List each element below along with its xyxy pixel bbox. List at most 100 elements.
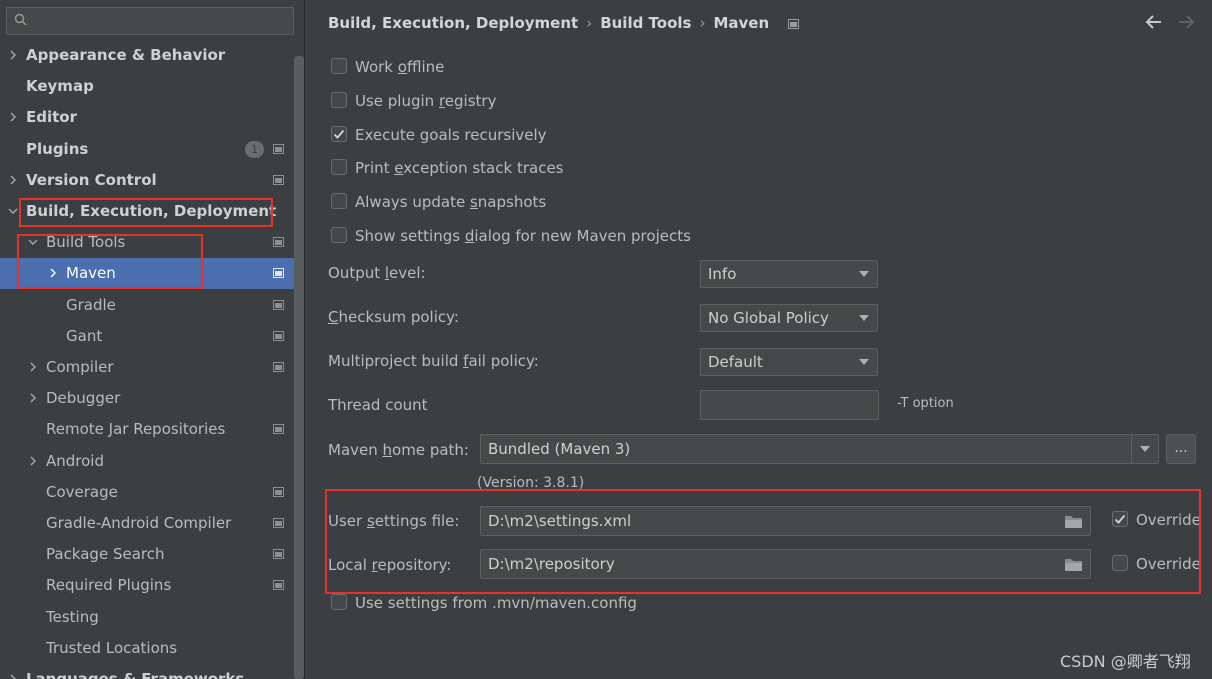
sidebar-item-build-tools[interactable]: Build Tools [0, 227, 294, 258]
project-scope-icon [273, 486, 284, 497]
settings-search-input[interactable] [6, 7, 294, 35]
project-scope-icon [273, 518, 284, 528]
user-settings-input[interactable]: D:\m2\settings.xml [480, 506, 1091, 536]
sidebar-item-debugger[interactable]: Debugger [0, 383, 294, 414]
label-text: Multiproject build [328, 352, 464, 370]
project-scope-icon [273, 424, 284, 435]
sidebar-item-label: Debugger [46, 389, 121, 408]
use-mvn-config-label: Use settings from .mvn/maven.config [355, 594, 637, 612]
sidebar-item-compiler[interactable]: Compiler [0, 352, 294, 383]
folder-icon[interactable] [1064, 514, 1083, 529]
fail-policy-value: Default [708, 353, 763, 371]
label-text: Use plugin [355, 92, 439, 110]
chevron-right-icon[interactable] [27, 455, 39, 467]
local-repository-label: Local repository: [328, 554, 451, 576]
sidebar-item-gant[interactable]: Gant [0, 321, 294, 352]
sidebar-item-label: Languages & Frameworks [26, 670, 245, 679]
chevron-right-icon[interactable] [7, 49, 19, 61]
thread-count-input[interactable] [700, 390, 879, 420]
chevron-right-icon[interactable] [27, 361, 39, 373]
output-level-label: Output level: [328, 262, 426, 284]
sidebar-item-keymap[interactable]: Keymap [0, 71, 294, 102]
chevron-down-icon[interactable] [7, 205, 19, 217]
sidebar-item-build-execution-deployment[interactable]: Build, Execution, Deployment [0, 196, 294, 227]
chevron-down-icon [859, 359, 869, 365]
sidebar-item-remote-jar-repositories[interactable]: Remote Jar Repositories [0, 414, 294, 445]
show-settings-dialog-checkbox[interactable]: Show settings dialog for new Maven proje… [331, 224, 691, 248]
fail-policy-select[interactable]: Default [700, 348, 878, 376]
mnemonic-letter: e [394, 159, 404, 177]
local-repository-input[interactable]: D:\m2\repository [480, 549, 1091, 579]
sidebar-item-package-search[interactable]: Package Search [0, 539, 294, 570]
checksum-policy-select[interactable]: No Global Policy [700, 304, 878, 332]
sidebar-item-label: Testing [46, 607, 99, 626]
sidebar-item-label: Appearance & Behavior [26, 46, 226, 64]
mnemonic-letter: s [469, 193, 478, 211]
label-text: xception stack traces [403, 159, 564, 177]
local-repository-override-checkbox[interactable]: Override [1112, 552, 1201, 576]
checkbox-box[interactable] [331, 57, 347, 74]
mnemonic-letter: C [328, 308, 339, 326]
chevron-right-icon[interactable] [7, 673, 19, 679]
project-scope-icon [273, 174, 284, 185]
label-text: Output [328, 264, 385, 282]
checkbox-checked[interactable] [331, 125, 347, 142]
maven-home-combobox[interactable]: Bundled (Maven 3) [480, 434, 1159, 464]
mnemonic-letter: o [397, 58, 407, 76]
chevron-right-icon[interactable] [27, 392, 39, 404]
chevron-down-icon[interactable] [27, 236, 39, 248]
user-settings-override-checkbox[interactable]: Override [1112, 508, 1201, 532]
sidebar-item-testing[interactable]: Testing [0, 602, 294, 633]
breadcrumb-item[interactable]: Build, Execution, Deployment [328, 12, 578, 34]
sidebar-item-languages-frameworks[interactable]: Languages & Frameworks [0, 664, 294, 679]
thread-count-hint: -T option [897, 396, 954, 411]
label-text: hecksum policy: [338, 308, 459, 326]
sidebar-item-gradle-android-compiler[interactable]: Gradle-Android Compiler [0, 508, 294, 539]
output-level-select[interactable]: Info [700, 260, 878, 288]
maven-home-browse-button[interactable]: ... [1166, 434, 1196, 464]
checkbox-box[interactable] [331, 192, 347, 209]
sidebar-item-plugins[interactable]: Plugins 1 [0, 134, 294, 165]
execute-goals-recursively-checkbox[interactable]: Execute goals recursively [331, 123, 547, 147]
thread-count-label: Thread count [328, 396, 428, 414]
sidebar-item-coverage[interactable]: Coverage [0, 477, 294, 508]
chevron-right-icon[interactable] [7, 111, 19, 123]
sidebar-item-label: Editor [26, 108, 77, 127]
sidebar-item-trusted-locations[interactable]: Trusted Locations [0, 633, 294, 664]
label-text: epository: [377, 556, 452, 574]
checkbox-label: Use plugin registry [355, 92, 496, 110]
sidebar-item-label: Gradle-Android Compiler [46, 514, 232, 532]
project-scope-icon [273, 237, 284, 248]
back-arrow-icon[interactable] [1144, 13, 1164, 31]
sidebar-item-label: Gradle [66, 295, 116, 314]
watermark: CSDN @卿者飞翔 [1060, 652, 1191, 671]
maven-home-dropdown-button[interactable] [1131, 435, 1158, 463]
chevron-right-icon[interactable] [7, 174, 19, 186]
checkbox-box[interactable] [1112, 554, 1128, 571]
sidebar-scrollbar[interactable] [294, 56, 304, 679]
sidebar-item-required-plugins[interactable]: Required Plugins [0, 570, 294, 601]
use-plugin-registry-checkbox[interactable]: Use plugin registry [331, 89, 496, 113]
chevron-right-icon[interactable] [47, 267, 59, 279]
sidebar-item-version-control[interactable]: Version Control [0, 165, 294, 196]
sidebar-item-label: Required Plugins [46, 576, 172, 595]
use-mvn-config-checkbox[interactable]: Use settings from .mvn/maven.config [331, 591, 637, 615]
breadcrumb-item[interactable]: Build Tools [600, 12, 691, 34]
print-exception-stack-traces-checkbox[interactable]: Print exception stack traces [331, 156, 563, 180]
sidebar-item-maven[interactable]: Maven [0, 258, 305, 290]
folder-icon[interactable] [1064, 557, 1083, 572]
maven-version-label: (Version: 3.8.1) [477, 475, 585, 491]
checkbox-box[interactable] [331, 593, 347, 610]
checkbox-box[interactable] [331, 91, 347, 108]
checkbox-box[interactable] [331, 226, 347, 243]
sidebar-item-gradle[interactable]: Gradle [0, 290, 294, 321]
always-update-snapshots-checkbox[interactable]: Always update snapshots [331, 190, 546, 214]
sidebar-item-editor[interactable]: Editor [0, 102, 294, 133]
sidebar-item-appearance-behavior[interactable]: Appearance & Behavior [0, 40, 294, 71]
forward-arrow-icon[interactable] [1176, 13, 1196, 31]
sidebar-item-android[interactable]: Android [0, 446, 294, 477]
work-offline-checkbox[interactable]: Work offline [331, 55, 444, 79]
checkbox-checked[interactable] [1112, 510, 1128, 527]
checkbox-box[interactable] [331, 158, 347, 175]
chevron-down-icon [1140, 446, 1150, 452]
